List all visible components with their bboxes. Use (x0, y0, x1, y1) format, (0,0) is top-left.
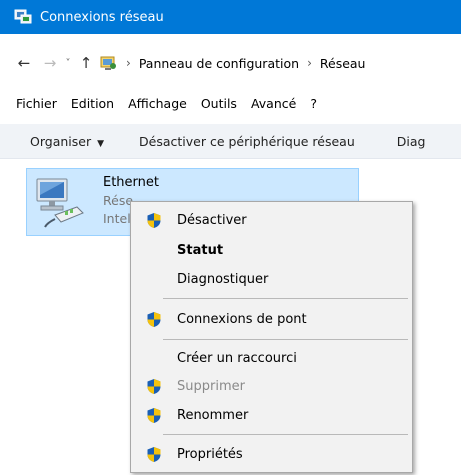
uac-shield-icon (146, 212, 162, 229)
uac-shield-icon (146, 407, 162, 424)
menu-item-diagnose[interactable]: Diagnostiquer (131, 266, 412, 292)
menu-separator (163, 339, 408, 340)
context-menu: Désactiver Statut Diagnostiquer Connexio… (130, 201, 413, 473)
menu-help[interactable]: ? (303, 96, 324, 111)
menu-item-disable[interactable]: Désactiver (131, 207, 412, 233)
adapter-name: Ethernet (103, 175, 159, 190)
menu-separator (163, 298, 408, 299)
network-adapter-icon (33, 175, 87, 229)
menu-item-properties[interactable]: Propriétés (131, 441, 412, 467)
menu-tools[interactable]: Outils (194, 96, 244, 111)
menu-item-label: Supprimer (177, 378, 245, 394)
control-panel-icon (100, 55, 118, 71)
breadcrumb-separator: › (126, 56, 131, 70)
diagnose-button[interactable]: Diag (397, 134, 426, 149)
menu-item-status[interactable]: Statut (131, 237, 412, 263)
menu-item-label: Statut (177, 242, 224, 258)
menu-edit[interactable]: Edition (64, 96, 121, 111)
menu-item-create-shortcut[interactable]: Créer un raccourci (131, 345, 412, 371)
menu-item-label: Renommer (177, 407, 249, 423)
menu-item-rename[interactable]: Renommer (131, 402, 412, 428)
menu-item-label: Connexions de pont (177, 311, 307, 327)
uac-shield-icon (146, 446, 162, 463)
title-bar: Connexions réseau (0, 0, 461, 34)
uac-shield-icon (146, 311, 162, 328)
menu-view[interactable]: Affichage (121, 96, 194, 111)
address-bar: ← → ˅ ↑ › Panneau de configuration › Rés… (0, 48, 461, 78)
back-arrow-icon[interactable]: ← (14, 54, 34, 72)
menu-file[interactable]: Fichier (0, 96, 64, 111)
window-title: Connexions réseau (40, 9, 164, 25)
network-connections-icon (14, 9, 32, 25)
breadcrumb-separator: › (307, 56, 312, 70)
menu-item-label: Propriétés (177, 446, 243, 462)
command-bar: Organiser ▼ Désactiver ce périphérique ré… (0, 124, 461, 159)
uac-shield-icon (146, 378, 162, 395)
menu-item-label: Diagnostiquer (177, 271, 269, 287)
menu-item-delete[interactable]: Supprimer (131, 373, 412, 399)
caret-down-icon: ▼ (97, 138, 105, 149)
breadcrumb-control-panel[interactable]: Panneau de configuration (139, 56, 299, 71)
disable-device-button[interactable]: Désactiver ce périphérique réseau (139, 134, 355, 149)
breadcrumb-network[interactable]: Réseau (320, 56, 366, 71)
adapter-network-status: Rése (103, 193, 134, 208)
up-arrow-icon[interactable]: ↑ (76, 54, 96, 72)
menu-item-label: Désactiver (177, 212, 247, 228)
recent-locations-chevron-icon[interactable]: ˅ (60, 58, 76, 69)
organize-label: Organiser (30, 133, 92, 149)
menu-advanced[interactable]: Avancé (244, 96, 303, 111)
organize-button[interactable]: Organiser ▼ (30, 134, 104, 149)
menu-item-bridge-connections[interactable]: Connexions de pont (131, 306, 412, 332)
menu-item-label: Créer un raccourci (177, 350, 297, 366)
menu-bar: Fichier Edition Affichage Outils Avancé … (0, 92, 461, 114)
menu-separator (163, 434, 408, 435)
adapter-device-name: Intel (103, 211, 131, 226)
forward-arrow-icon[interactable]: → (40, 54, 60, 72)
